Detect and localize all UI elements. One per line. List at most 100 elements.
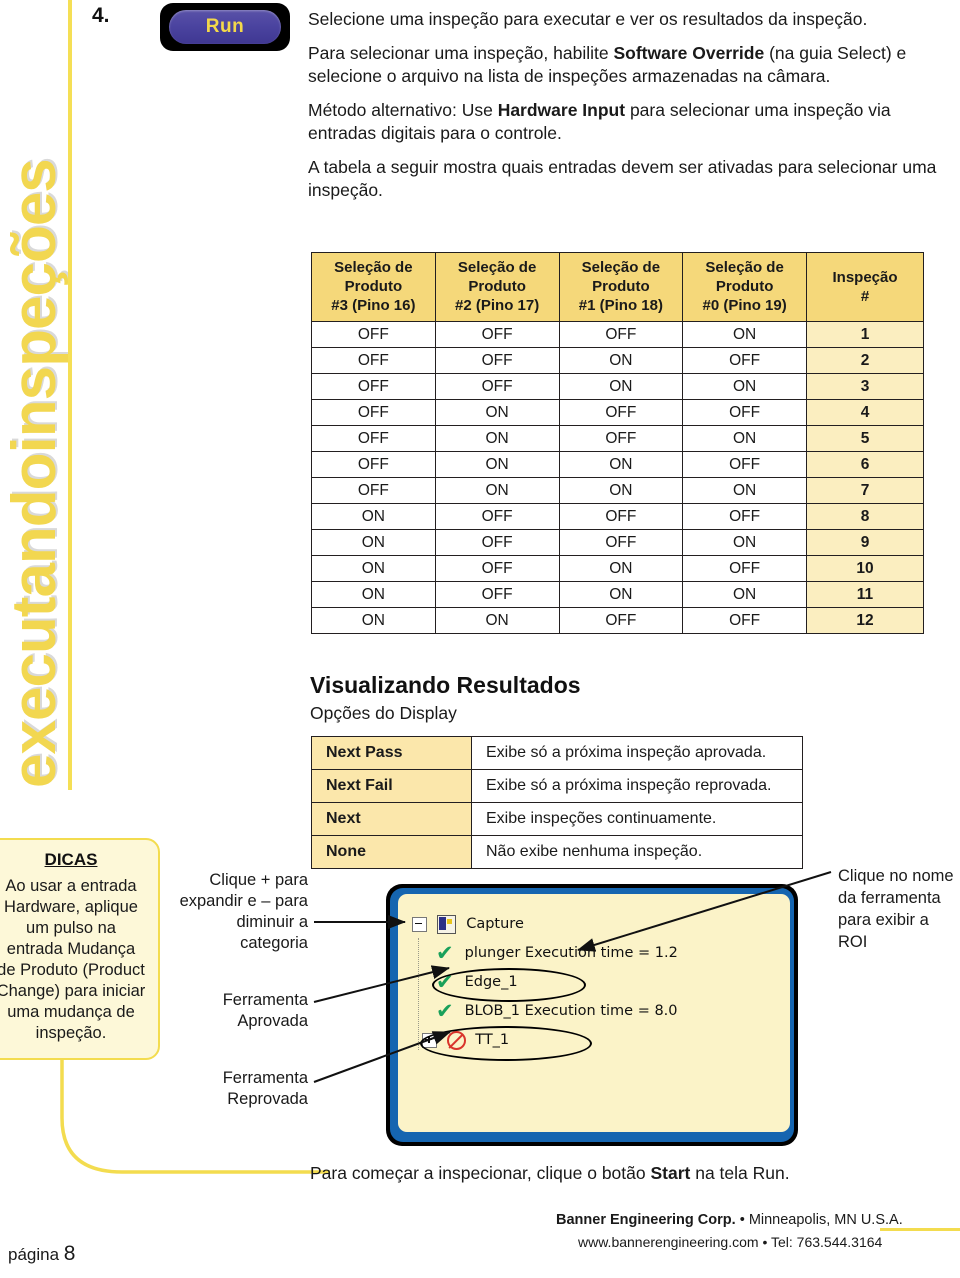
pin-state-cell: OFF [682, 451, 807, 478]
display-option-name[interactable]: Next [311, 802, 472, 836]
pin-state-cell: OFF [434, 529, 560, 556]
body-text: Selecione uma inspeção para executar e v… [308, 9, 868, 29]
paragraph: Selecione uma inspeção para executar e v… [308, 8, 948, 31]
pin-state-cell: ON [311, 555, 436, 582]
pin-state-cell: ON [311, 503, 436, 530]
header-line: Seleção de [581, 259, 661, 276]
pin-state-cell: ON [682, 477, 807, 504]
table-header-row: Seleção de Produto #3 (Pino 16) Seleção de P… [311, 252, 924, 322]
footer-instruction-bold: Start [650, 1163, 691, 1183]
table-row: OFF OFF ON OFF 2 [311, 347, 924, 374]
pin-state-cell: OFF [434, 581, 560, 608]
inspection-number-cell: 10 [806, 555, 924, 582]
display-option-description: Exibe só a próxima inspeção reprovada. [471, 769, 803, 803]
pin-table-header-cell-4: Inspeção # [806, 252, 924, 322]
pin-table-header-cell-0: Seleção de Produto #3 (Pino 16) [311, 252, 436, 322]
pin-state-cell: OFF [558, 321, 684, 348]
pin-state-cell: OFF [558, 529, 684, 556]
pin-state-cell: ON [558, 347, 684, 374]
inspection-number-cell: 3 [806, 373, 924, 400]
pin-state-cell: OFF [558, 607, 684, 634]
pin-state-cell: ON [434, 477, 560, 504]
pin-state-cell: OFF [311, 425, 436, 452]
company-line: Banner Engineering Corp. • Minneapolis, … [556, 1212, 903, 1228]
pin-state-cell: OFF [682, 347, 807, 374]
step-number: 4. [92, 4, 110, 27]
body-text: Método alternativo: Use [308, 100, 498, 120]
pin-state-cell: ON [311, 581, 436, 608]
caption-expand: Clique + para expandir e – para diminuir… [179, 871, 308, 952]
footer-rule-right [880, 1228, 960, 1231]
paragraph: A tabela a seguir mostra quais entradas … [308, 156, 948, 202]
section-tab-label: executandoinspeções [0, 159, 69, 788]
contact-separator: • [758, 1234, 771, 1250]
highlight-ellipse-edge [432, 968, 586, 1002]
company-phone: Tel: 763.544.3164 [771, 1234, 883, 1250]
display-option-row: Next Pass Exibe só a próxima inspeção apr… [311, 736, 803, 770]
pin-state-cell: ON [682, 581, 807, 608]
pin-state-cell: ON [558, 477, 684, 504]
inspection-number-cell: 12 [806, 607, 924, 634]
pin-state-cell: ON [434, 399, 560, 426]
company-location: Minneapolis, MN U.S.A. [748, 1212, 903, 1228]
inspection-number-cell: 2 [806, 347, 924, 374]
header-line: #3 (Pino 16) [331, 297, 416, 314]
tree-item-capture[interactable]: Capture [412, 910, 678, 939]
pin-state-cell: ON [434, 451, 560, 478]
header-line: #0 (Pino 19) [702, 297, 787, 314]
pin-state-cell: ON [434, 425, 560, 452]
section-tab: executandoinspeções [0, 0, 78, 790]
product-selection-table: Seleção de Produto #3 (Pino 16) Seleção de P… [311, 252, 924, 634]
inspection-number-cell: 11 [806, 581, 924, 608]
footer-instruction-pre: Para começar a inspecionar, clique o bot… [310, 1163, 651, 1183]
display-option-name[interactable]: None [311, 835, 472, 869]
inspection-number-cell: 9 [806, 529, 924, 556]
check-icon: ✔ [436, 940, 454, 965]
paragraph: Para selecionar uma inspeção, habilite S… [308, 42, 948, 88]
header-line: Seleção de [334, 259, 413, 276]
table-head: Seleção de Produto #3 (Pino 16) Seleção de P… [311, 252, 924, 322]
header-line: #1 (Pino 18) [578, 297, 663, 314]
tip-title: DICAS [44, 850, 98, 869]
table-row: OFF OFF OFF ON 1 [311, 321, 924, 348]
run-button[interactable]: Run [160, 3, 290, 51]
tree-item-blob-1[interactable]: ✔ BLOB_1 Execution time = 8.0 [412, 997, 678, 1026]
display-option-row: Next Exibe inspeções continuamente. [311, 802, 803, 836]
sidebar-vertical-rule [68, 0, 72, 790]
display-option-name[interactable]: Next Pass [311, 736, 472, 770]
pin-state-cell: OFF [682, 399, 807, 426]
table-row: OFF OFF ON ON 3 [311, 373, 924, 400]
tree-item-plunger[interactable]: ✔ plunger Execution time = 1.2 [412, 939, 678, 968]
screenshot-content: Capture ✔ plunger Execution time = 1.2 ✔… [398, 894, 790, 1132]
table-row: ON OFF OFF OFF 8 [311, 503, 924, 530]
inspection-number-cell: 5 [806, 425, 924, 452]
tip-box: DICAS Ao usar a entrada Hardware, apliqu… [0, 838, 160, 1060]
pin-state-cell: OFF [558, 425, 684, 452]
pin-state-cell: OFF [311, 321, 436, 348]
inspection-tree: Capture ✔ plunger Execution time = 1.2 ✔… [412, 910, 678, 1061]
pin-state-cell: ON [558, 373, 684, 400]
display-options-table: Next Pass Exibe só a próxima inspeção apr… [311, 736, 803, 869]
pin-state-cell: ON [682, 373, 807, 400]
pin-state-cell: ON [558, 451, 684, 478]
display-option-name[interactable]: Next Fail [311, 769, 472, 803]
table-row: OFF ON ON ON 7 [311, 477, 924, 504]
header-line: Produto [344, 278, 403, 295]
pin-state-cell: OFF [311, 373, 436, 400]
company-website[interactable]: www.bannerengineering.com [578, 1234, 759, 1250]
header-line: Seleção de [705, 259, 784, 276]
inspection-tree-screenshot: Capture ✔ plunger Execution time = 1.2 ✔… [386, 884, 798, 1146]
tree-item-label: Capture [466, 916, 524, 932]
pin-table-header-cell-2: Seleção de Produto #1 (Pino 18) [558, 252, 684, 322]
caption-tool-pass: Ferramenta Aprovada [222, 991, 308, 1030]
collapse-minus-icon[interactable] [412, 916, 427, 932]
display-option-description: Exibe só a próxima inspeção aprovada. [471, 736, 803, 770]
company-contact-line: www.bannerengineering.com • Tel: 763.544… [578, 1234, 882, 1250]
tip-body: Ao usar a entrada Hardware, aplique um p… [0, 877, 146, 1042]
run-button-label: Run [205, 16, 245, 37]
inspection-number-cell: 1 [806, 321, 924, 348]
run-button-pill: Run [169, 10, 281, 44]
pin-state-cell: OFF [311, 451, 436, 478]
pin-state-cell: OFF [311, 399, 436, 426]
table-row: ON OFF ON OFF 10 [311, 555, 924, 582]
